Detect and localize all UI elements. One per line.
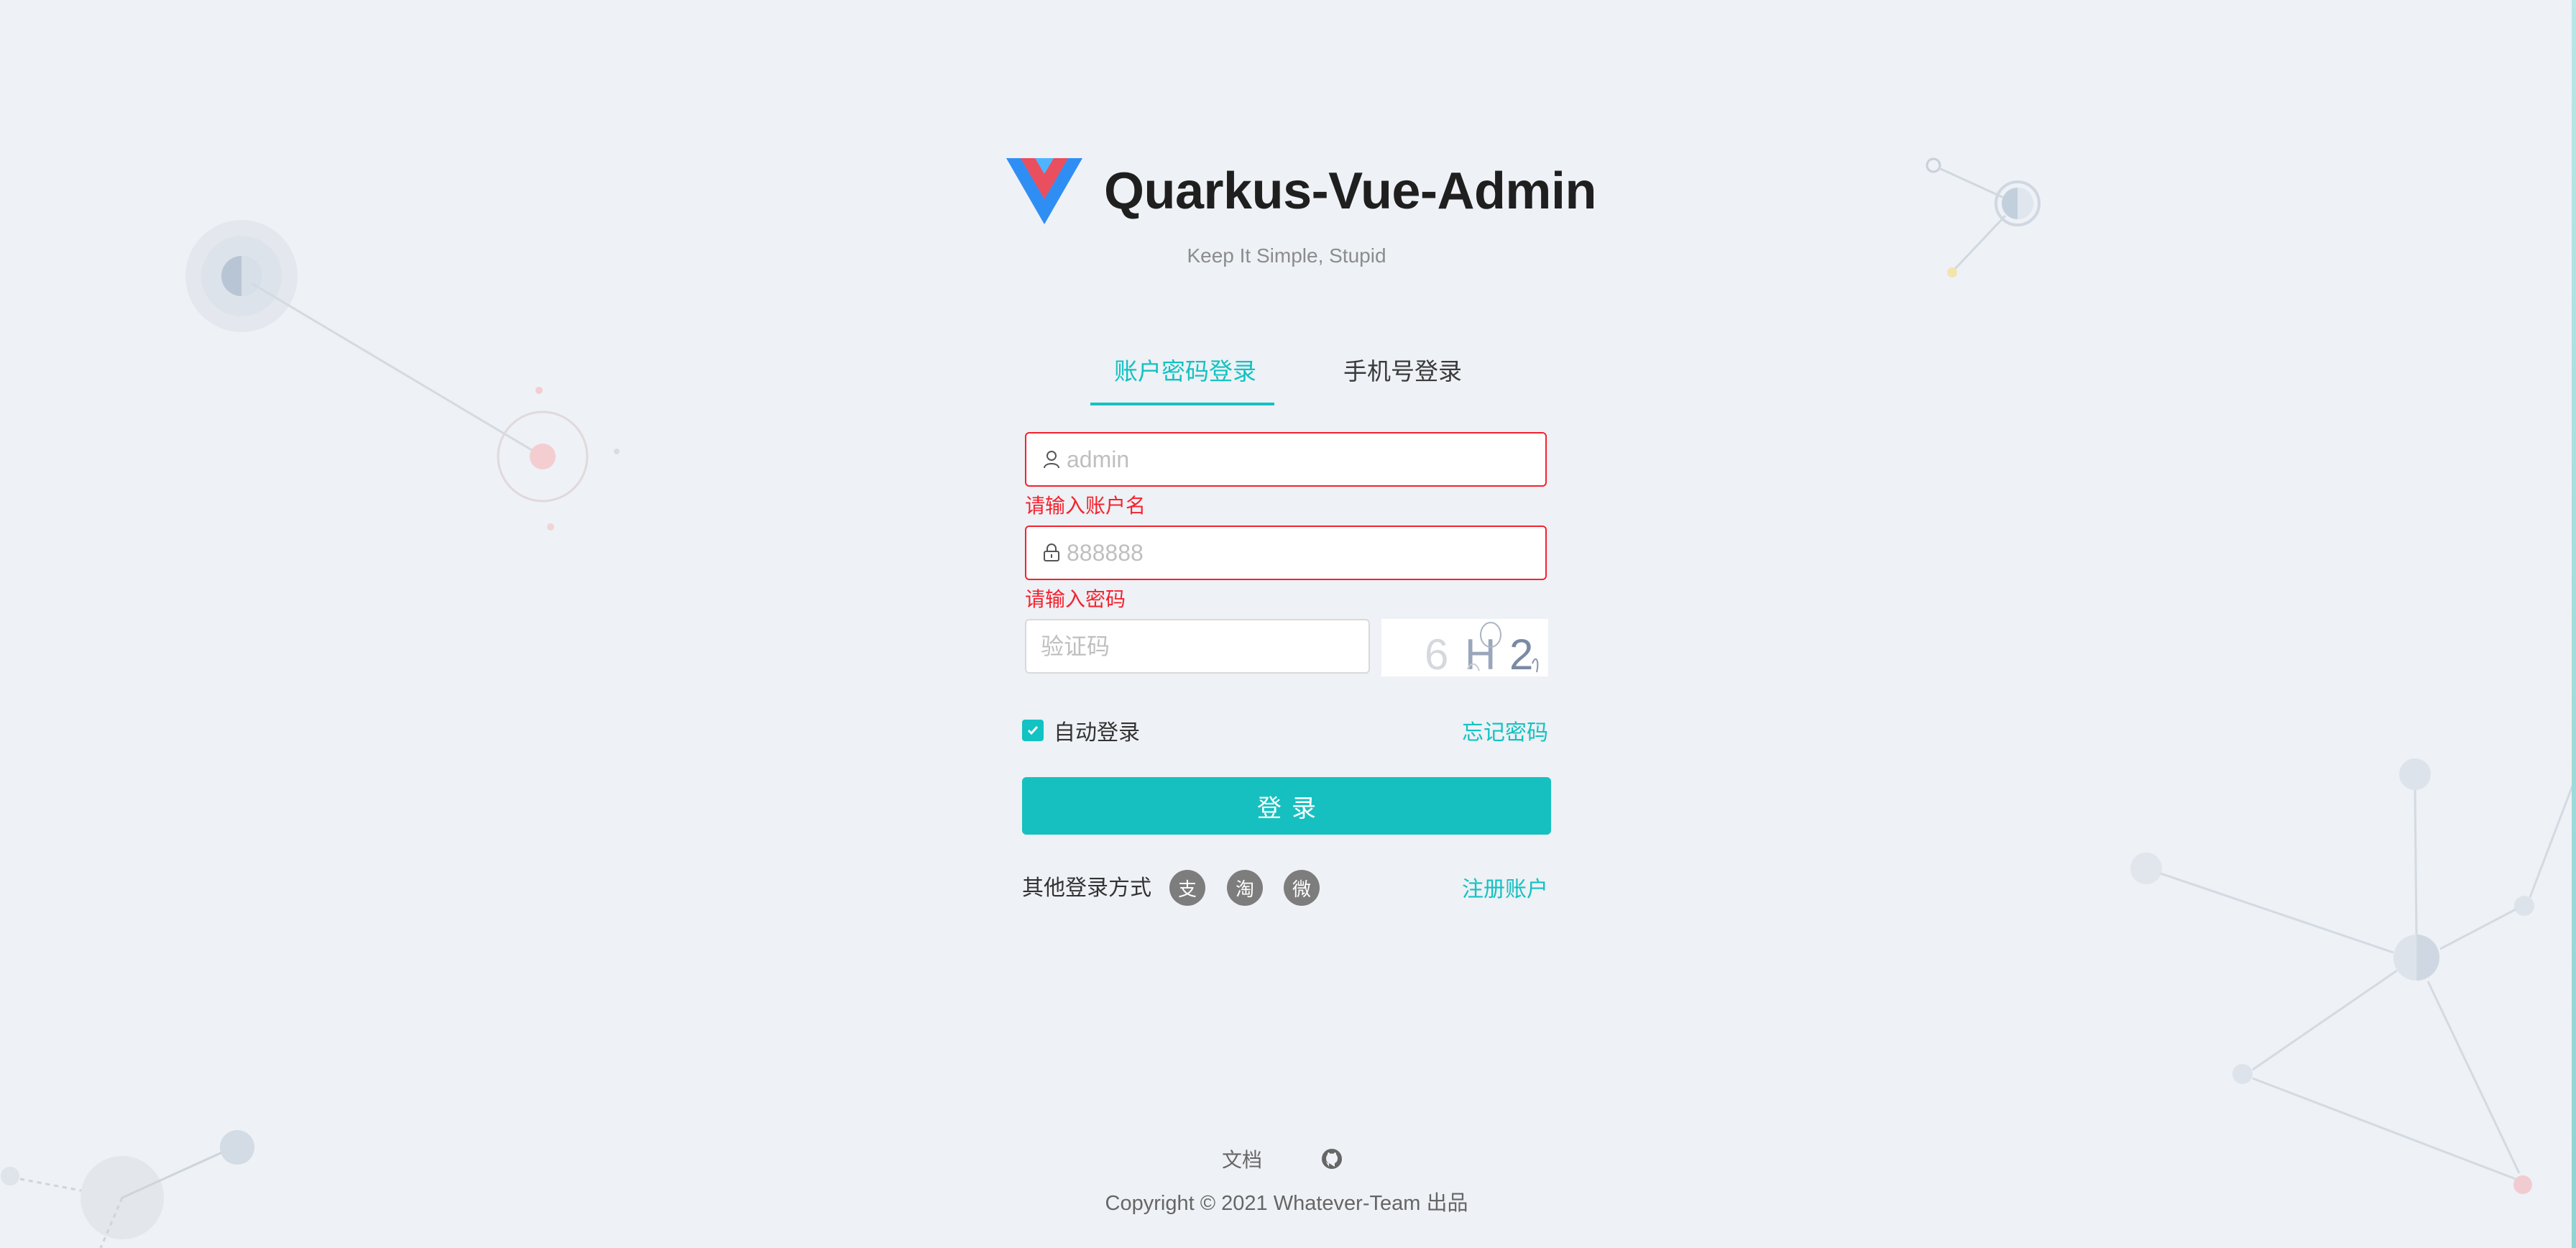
user-icon	[1044, 451, 1059, 469]
copyright-prefix: Copyright	[1105, 1192, 1195, 1215]
footer-links: 文档	[1222, 1144, 1343, 1173]
password-input[interactable]	[1067, 539, 1527, 566]
forgot-password-link[interactable]: 忘记密码	[1462, 715, 1548, 746]
copyright-body: 2021 Whatever-Team 出品	[1221, 1192, 1468, 1215]
taobao-icon[interactable]: 淘	[1227, 870, 1263, 906]
active-tab-indicator	[1090, 403, 1274, 405]
register-account-link[interactable]: 注册账户	[1462, 871, 1548, 903]
tab-phone[interactable]: 手机号登录	[1343, 352, 1462, 407]
auto-login-label: 自动登录	[1054, 721, 1140, 745]
login-button[interactable]: 登录	[1022, 777, 1551, 835]
username-input[interactable]	[1067, 446, 1527, 473]
captcha-drawing: 6 H 2	[1425, 622, 1539, 679]
vue-logo-icon	[1006, 158, 1082, 224]
right-edge-strip	[2572, 0, 2576, 1248]
login-page: Quarkus-Vue-Admin Keep It Simple, Stupid…	[0, 0, 2576, 1248]
captcha-field[interactable]	[1025, 619, 1370, 674]
copyright-icon: ©	[1200, 1192, 1216, 1215]
app-subtitle: Keep It Simple, Stupid	[1187, 244, 1386, 267]
login-tabs: 账户密码登录 手机号登录	[1022, 338, 1551, 410]
brand-header: Quarkus-Vue-Admin	[1006, 158, 1596, 224]
alipay-icon[interactable]: 支	[1169, 870, 1205, 906]
lock-icon	[1044, 543, 1059, 561]
footer-doc-link[interactable]: 文档	[1222, 1144, 1262, 1173]
github-icon[interactable]	[1321, 1148, 1343, 1170]
app-title: Quarkus-Vue-Admin	[1104, 162, 1596, 220]
auto-login-checkbox[interactable]: 自动登录	[1022, 715, 1140, 746]
password-error: 请输入密码	[1025, 588, 1126, 610]
weibo-icon[interactable]: 微	[1284, 870, 1320, 906]
other-login-label: 其他登录方式	[1022, 876, 1151, 900]
captcha-char: 6	[1425, 630, 1448, 676]
checkbox-checked-icon[interactable]	[1022, 720, 1044, 741]
username-field[interactable]	[1025, 432, 1547, 487]
username-error: 请输入账户名	[1025, 495, 1146, 517]
captcha-input[interactable]	[1041, 633, 1357, 660]
password-field[interactable]	[1025, 526, 1547, 580]
captcha-char: 2	[1509, 630, 1533, 676]
tab-account-password[interactable]: 账户密码登录	[1114, 352, 1256, 407]
copyright-text: Copyright © 2021 Whatever-Team 出品	[1021, 1186, 1552, 1216]
captcha-image[interactable]: 6 H 2	[1381, 619, 1548, 679]
